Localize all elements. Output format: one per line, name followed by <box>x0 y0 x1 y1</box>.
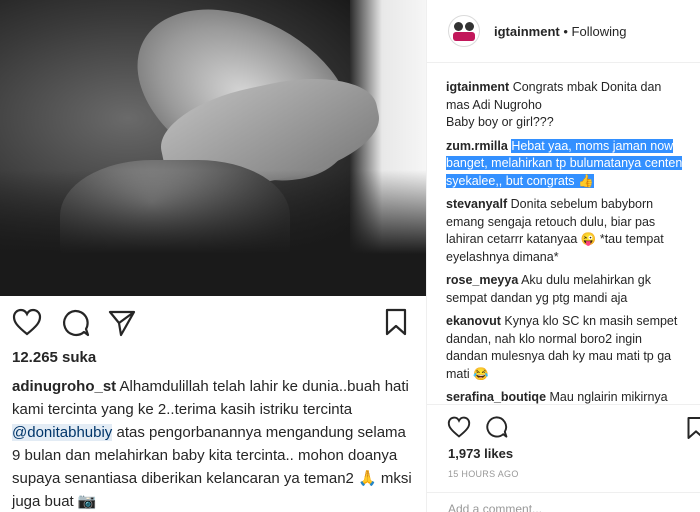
likes-count[interactable]: 1,973 likes <box>448 446 513 461</box>
comment-username[interactable]: rose_meyya <box>446 273 518 287</box>
add-comment-input[interactable]: Add a comment... <box>448 502 542 512</box>
header-username-line: igtainment • Following <box>494 24 626 39</box>
caption-mention-link[interactable]: @donitabhubiy <box>12 424 113 441</box>
comment-item: ekanovut Kynya klo SC kn masih sempet da… <box>446 313 686 383</box>
comment-item: zum.rmilla Hebat yaa, moms jaman now ban… <box>446 138 686 191</box>
bookmark-icon[interactable] <box>384 308 408 336</box>
bookmark-icon[interactable] <box>686 416 700 440</box>
comment-username[interactable]: stevanyalf <box>446 197 507 211</box>
comment-item: stevanyalf Donita sebelum babyborn emang… <box>446 196 686 266</box>
heart-icon[interactable] <box>12 308 42 336</box>
photo-shadow <box>0 170 426 296</box>
post-photo[interactable] <box>0 0 426 296</box>
comment-item: igtainment Congrats mbak Donita dan mas … <box>446 79 686 132</box>
comment-username[interactable]: igtainment <box>446 80 509 94</box>
comment-icon[interactable] <box>484 415 508 439</box>
comment-username[interactable]: serafina_boutiqe <box>446 390 546 404</box>
comment-item: rose_meyya Aku dulu melahirkan gk sempat… <box>446 272 686 307</box>
comment-username[interactable]: zum.rmilla <box>446 139 508 153</box>
post-timestamp[interactable]: 15 HOURS AGO <box>448 469 519 479</box>
post-likes-count[interactable]: 12.265 suka <box>12 349 96 366</box>
post-header: igtainment • Following <box>427 0 700 63</box>
following-button[interactable]: Following <box>572 24 627 39</box>
comments-list[interactable]: igtainment Congrats mbak Donita dan mas … <box>446 79 686 448</box>
post-caption: adinugroho_st Alhamdulillah telah lahir … <box>12 375 416 512</box>
heart-icon[interactable] <box>447 416 471 438</box>
comment-icon[interactable] <box>60 308 90 338</box>
caption-username[interactable]: adinugroho_st <box>12 378 116 395</box>
share-icon[interactable] <box>107 308 137 338</box>
header-username[interactable]: igtainment <box>494 24 560 39</box>
header-separator: • <box>563 24 568 39</box>
add-comment-divider <box>427 492 700 493</box>
comment-username[interactable]: ekanovut <box>446 314 501 328</box>
avatar[interactable] <box>448 15 480 47</box>
